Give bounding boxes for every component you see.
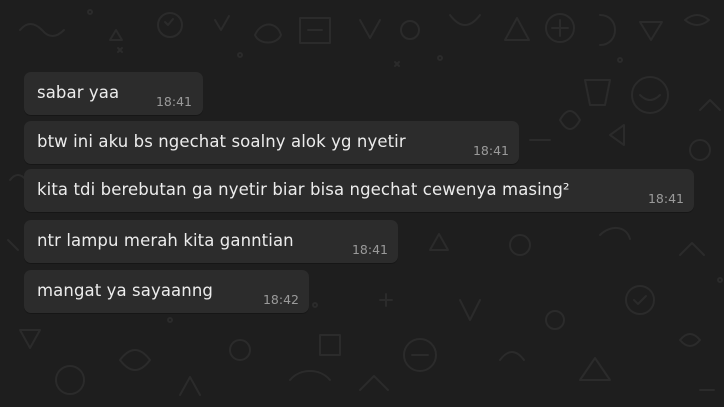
message-timestamp: 18:42 [262,292,299,307]
message-timestamp: 18:41 [647,191,684,206]
message-timestamp: 18:41 [155,94,192,109]
message-text: sabar yaa [37,83,120,102]
message-timestamp: 18:41 [472,143,509,158]
message-text: btw ini aku bs ngechat soalny alok yg ny… [37,132,406,151]
message-timestamp: 18:41 [351,242,388,257]
message-text: ntr lampu merah kita ganntian [37,231,294,250]
message-text: mangat ya sayaanng [37,281,213,300]
message-bubble[interactable]: sabar yaa 18:41 [24,72,203,115]
message-bubble[interactable]: kita tdi berebutan ga nyetir biar bisa n… [24,169,694,212]
message-text: kita tdi berebutan ga nyetir biar bisa n… [37,180,570,199]
message-bubble[interactable]: mangat ya sayaanng 18:42 [24,270,309,313]
chat-background: sabar yaa 18:41 btw ini aku bs ngechat s… [0,0,724,407]
message-bubble[interactable]: btw ini aku bs ngechat soalny alok yg ny… [24,121,519,164]
message-bubble[interactable]: ntr lampu merah kita ganntian 18:41 [24,220,398,263]
